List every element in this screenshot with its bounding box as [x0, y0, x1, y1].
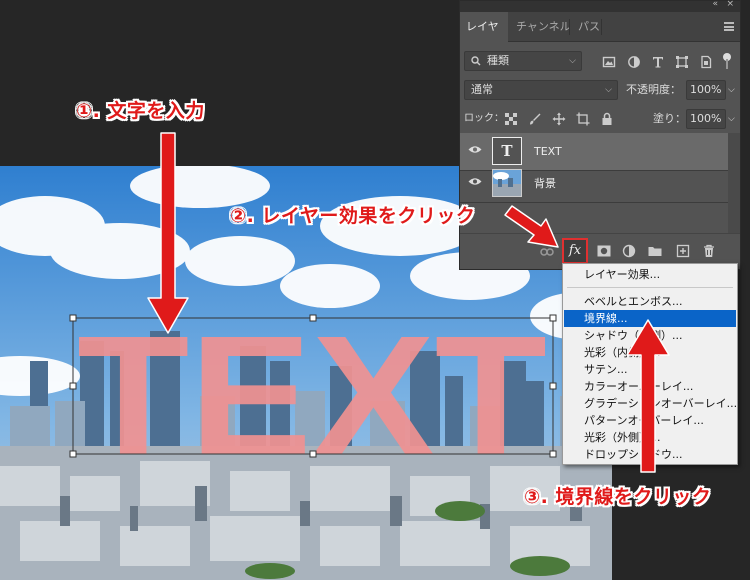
layer-name: 背景: [534, 177, 556, 190]
lock-transparent-icon[interactable]: [504, 112, 518, 126]
lock-all-icon[interactable]: [600, 112, 614, 126]
chevron-down-icon[interactable]: ⌵: [728, 80, 735, 100]
blend-mode-select[interactable]: 通常 ⌵: [464, 80, 618, 100]
new-group-icon[interactable]: [648, 244, 662, 258]
menu-item-pattern-overlay[interactable]: パターンオーバーレイ...: [564, 412, 736, 429]
tab-channels[interactable]: チャンネル: [510, 12, 577, 42]
menu-item-inner-shadow[interactable]: シャドウ（内側）...: [564, 327, 736, 344]
background-layer-thumbnail: [492, 169, 522, 197]
fx-icon: fx: [568, 243, 582, 258]
menu-item-stroke[interactable]: 境界線...: [564, 310, 736, 327]
menu-item-gradient-overlay[interactable]: グラデーションオーバーレイ...: [564, 395, 737, 412]
panel-tabs: レイヤー チャンネル パス: [460, 12, 740, 63]
opacity-label: 不透明度：: [626, 83, 681, 96]
panel-menu-icon[interactable]: [724, 22, 734, 31]
layer-effects-menu: レイヤー効果... ベベルとエンボス... 境界線... シャドウ（内側）...…: [562, 263, 738, 465]
menu-item-outer-glow[interactable]: 光彩（外側）...: [564, 429, 736, 446]
lock-pixels-icon[interactable]: [528, 112, 542, 126]
layer-effects-button[interactable]: fx: [562, 238, 588, 264]
new-layer-icon[interactable]: [676, 244, 690, 258]
image-filter-icon[interactable]: [602, 55, 616, 69]
link-layers-icon[interactable]: [540, 245, 554, 259]
smart-object-filter-icon[interactable]: [699, 55, 713, 69]
adjustment-layer-icon[interactable]: [622, 244, 636, 258]
add-mask-icon[interactable]: [597, 244, 611, 258]
shape-filter-icon[interactable]: [675, 55, 689, 69]
fill-label: 塗り：: [653, 112, 686, 125]
filter-toggle[interactable]: [723, 53, 731, 69]
close-icon[interactable]: ×: [726, 0, 734, 9]
collapse-icon[interactable]: «: [712, 0, 718, 9]
menu-item-drop-shadow[interactable]: ドロップシャドウ...: [564, 446, 736, 463]
menu-item-blending-options[interactable]: レイヤー効果...: [564, 266, 736, 283]
text-layer-content: TEXT: [77, 301, 547, 491]
chevron-down-icon: ⌵: [605, 85, 612, 95]
layers-scrollbar[interactable]: [728, 133, 740, 233]
blend-mode-value: 通常: [471, 83, 493, 96]
layers-panel: « × レイヤー チャンネル パス 種類 ⌵ 通常 ⌵ 不透明度： 100% ⌵…: [459, 0, 741, 270]
lock-position-icon[interactable]: [552, 112, 566, 126]
annotation-step3: ③. 境界線をクリック: [524, 486, 712, 508]
lock-artboard-icon[interactable]: [576, 112, 590, 126]
fill-input[interactable]: 100%: [686, 109, 726, 129]
chevron-down-icon[interactable]: ⌵: [728, 109, 735, 129]
panel-title-bar: « ×: [460, 0, 740, 12]
eye-icon[interactable]: [468, 145, 482, 154]
menu-item-color-overlay[interactable]: カラーオーバーレイ...: [564, 378, 736, 395]
adjustment-filter-icon[interactable]: [627, 55, 641, 69]
filter-kind-select[interactable]: 種類 ⌵: [464, 51, 582, 71]
opacity-input[interactable]: 100%: [686, 80, 726, 100]
opacity-value: 100%: [690, 83, 722, 96]
text-layer-thumbnail-icon: T: [492, 137, 522, 165]
fill-value: 100%: [690, 112, 722, 125]
search-icon: [471, 56, 481, 66]
city-thumbnail-image: [493, 170, 521, 196]
type-filter-icon[interactable]: [651, 55, 665, 69]
tab-layers[interactable]: レイヤー: [460, 12, 508, 63]
filter-kind-label: 種類: [487, 54, 509, 67]
annotation-step2: ②. レイヤー効果をクリック: [230, 205, 476, 227]
lock-label: ロック：: [464, 113, 504, 124]
annotation-step1: ①. 文字を入力: [76, 100, 205, 122]
layer-row-background[interactable]: 背景: [460, 165, 728, 203]
menu-item-inner-glow[interactable]: 光彩（内側）...: [564, 344, 736, 361]
chevron-down-icon: ⌵: [569, 56, 576, 66]
trash-icon[interactable]: [702, 244, 716, 258]
menu-item-bevel-emboss[interactable]: ベベルとエンボス...: [564, 293, 736, 310]
eye-icon[interactable]: [468, 177, 482, 186]
menu-item-satin[interactable]: サテン...: [564, 361, 736, 378]
